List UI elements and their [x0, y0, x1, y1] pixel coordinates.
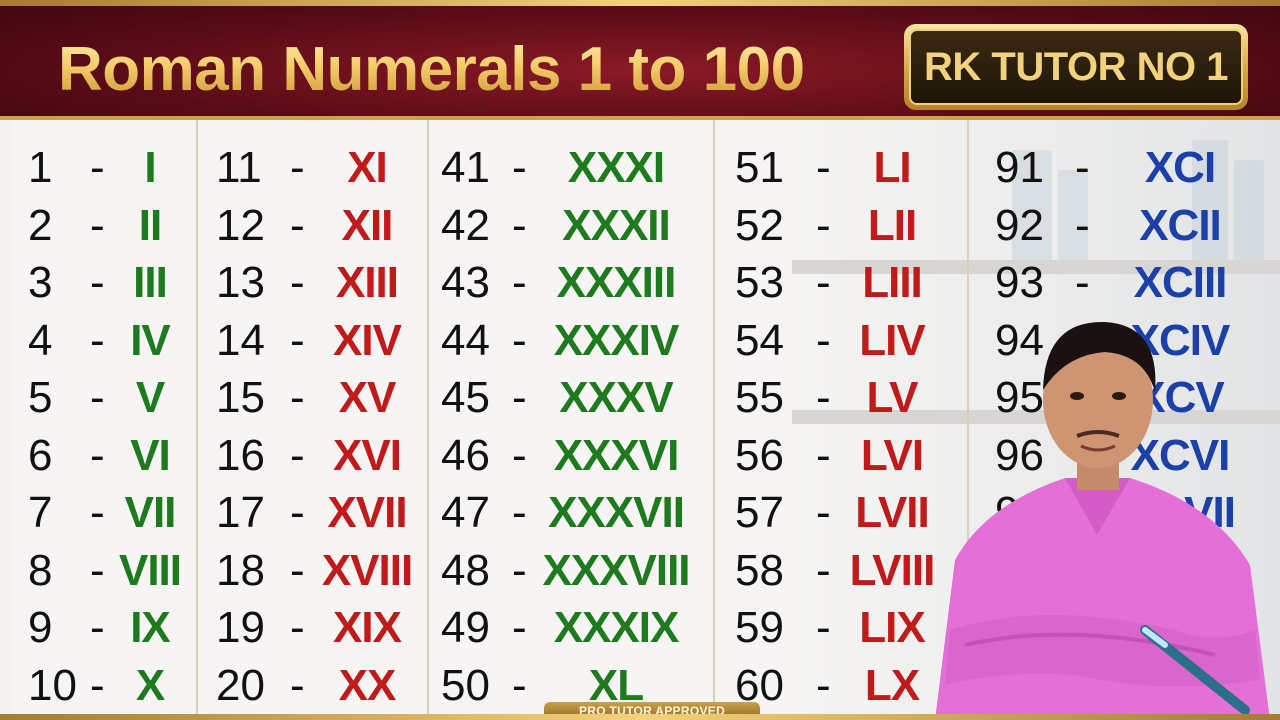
separator-dash: - — [1075, 143, 1090, 192]
numeral-row: 91- XCI — [0, 140, 1280, 196]
separator-dash: - — [816, 660, 831, 710]
page-title: Roman Numerals 1 to 100 — [58, 30, 805, 110]
tutor-photo — [935, 321, 1270, 720]
brand-badge: RK TUTOR NO 1 — [904, 24, 1248, 110]
roman-numeral: XCI — [1144, 143, 1216, 192]
roman-numeral: LX — [864, 660, 920, 710]
brand-badge-inner: RK TUTOR NO 1 — [909, 29, 1243, 105]
roman-numeral: XCII — [1139, 200, 1222, 250]
arabic-number: 59 — [735, 603, 784, 652]
bottom-gold-strip — [0, 714, 1280, 720]
arabic-number: 92 — [995, 200, 1044, 250]
arabic-number: 58 — [735, 545, 784, 595]
separator-dash: - — [816, 603, 831, 652]
title-banner: Roman Numerals 1 to 100 RK TUTOR NO 1 — [0, 0, 1280, 120]
numeral-row: 92- XCII — [0, 198, 1280, 254]
arabic-number: 91 — [995, 143, 1044, 192]
brand-badge-label: RK TUTOR NO 1 — [924, 44, 1228, 89]
separator-dash: - — [1075, 200, 1090, 250]
separator-dash: - — [816, 545, 831, 595]
